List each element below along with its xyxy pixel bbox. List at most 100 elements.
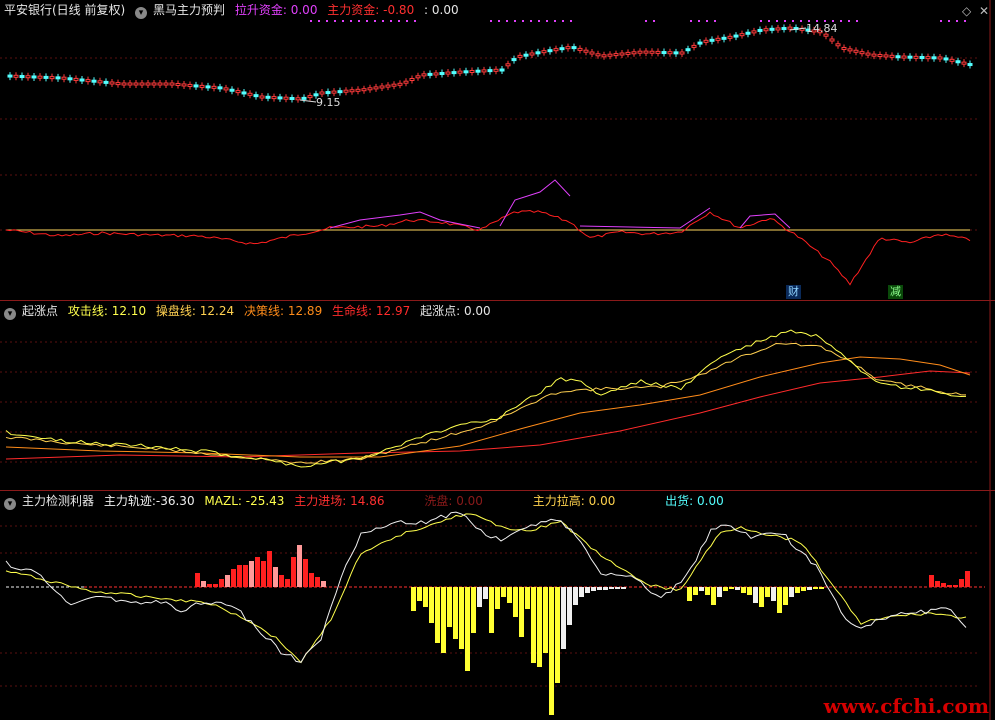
histogram-bar bbox=[947, 585, 952, 587]
signal-dot bbox=[358, 20, 360, 22]
histogram-bar bbox=[447, 587, 452, 627]
candle-body bbox=[289, 97, 295, 100]
candle-body bbox=[571, 46, 577, 50]
histogram-bar bbox=[705, 587, 710, 595]
candle-body bbox=[13, 74, 19, 78]
ma-panel[interactable]: ▾ 起涨点 攻击线: 12.10 操盘线: 12.24 决策线: 12.89 生命… bbox=[0, 301, 995, 490]
candle-body bbox=[949, 58, 955, 62]
candle-body bbox=[481, 69, 487, 73]
candle-body bbox=[709, 38, 715, 42]
candle-body bbox=[163, 82, 169, 86]
candle-body bbox=[301, 96, 307, 100]
candle-body bbox=[193, 84, 199, 88]
candle-body bbox=[211, 85, 217, 89]
histogram-bar bbox=[423, 587, 428, 607]
candle-body bbox=[385, 84, 391, 88]
histogram-bar bbox=[441, 587, 446, 653]
candle-body bbox=[925, 56, 931, 60]
candle-body bbox=[7, 74, 13, 78]
candle-body bbox=[679, 51, 685, 55]
candle-body bbox=[523, 53, 529, 57]
candle-body bbox=[643, 50, 649, 54]
candle-body bbox=[685, 48, 691, 52]
histogram-bar bbox=[237, 565, 242, 587]
price-panel[interactable]: 平安银行(日线 前复权) ▾ 黑马主力预判 拉升资金: 0.00 主力资金: -0… bbox=[0, 0, 995, 300]
candle-body bbox=[865, 52, 871, 56]
candle-body bbox=[325, 91, 331, 95]
histogram-bar bbox=[201, 581, 206, 587]
candle-body bbox=[613, 53, 619, 57]
histogram-bar bbox=[819, 587, 824, 589]
signal-dot bbox=[856, 20, 858, 22]
event-marker-finance[interactable]: 财 bbox=[786, 285, 801, 299]
candle-body bbox=[715, 37, 721, 41]
event-marker-reduce[interactable]: 减 bbox=[888, 285, 903, 299]
ma-chart-canvas[interactable] bbox=[0, 301, 995, 490]
attack-line bbox=[5, 329, 967, 468]
candle-body bbox=[595, 53, 601, 57]
signal-dot bbox=[848, 20, 850, 22]
candle-body bbox=[433, 72, 439, 76]
candle-body bbox=[409, 78, 415, 81]
main-force-chart-canvas[interactable] bbox=[0, 491, 995, 720]
candle-body bbox=[625, 51, 631, 55]
histogram-bar bbox=[279, 575, 284, 587]
price-chart-canvas[interactable] bbox=[0, 0, 995, 300]
signal-dot bbox=[546, 20, 548, 22]
signal-dot bbox=[490, 20, 492, 22]
candle-body bbox=[763, 28, 769, 32]
candle-body bbox=[91, 79, 97, 83]
histogram-bar bbox=[795, 587, 800, 593]
histogram-bar bbox=[777, 587, 782, 613]
histogram-bar bbox=[273, 567, 278, 587]
candle-body bbox=[205, 85, 211, 89]
histogram-bar bbox=[953, 585, 958, 587]
signal-dot bbox=[318, 20, 320, 22]
signal-dot bbox=[514, 20, 516, 22]
candle-body bbox=[295, 97, 301, 101]
candle-body bbox=[97, 80, 103, 84]
candle-body bbox=[889, 54, 895, 58]
candle-body bbox=[85, 79, 91, 83]
histogram-bar bbox=[297, 545, 302, 587]
candle-body bbox=[511, 58, 517, 62]
candle-body bbox=[619, 52, 625, 56]
main-fund-line bbox=[5, 209, 971, 286]
signal-dot bbox=[334, 20, 336, 22]
histogram-bar bbox=[291, 557, 296, 587]
candle-body bbox=[367, 87, 373, 91]
main-force-panel[interactable]: ▾ 主力检测利器 主力轨迹:-36.30 MAZL: -25.43 主力进场: 1… bbox=[0, 491, 995, 720]
histogram-bar bbox=[207, 584, 212, 587]
candle-body bbox=[67, 77, 73, 81]
histogram-bar bbox=[759, 587, 764, 607]
signal-dot bbox=[366, 20, 368, 22]
candle-body bbox=[439, 72, 445, 75]
signal-dot bbox=[506, 20, 508, 22]
signal-dot bbox=[406, 20, 408, 22]
candle-body bbox=[697, 41, 703, 45]
histogram-bar bbox=[309, 573, 314, 587]
signal-dot bbox=[570, 20, 572, 22]
candle-body bbox=[775, 27, 781, 31]
candle-body bbox=[493, 68, 499, 72]
candle-body bbox=[673, 51, 679, 55]
signal-dot bbox=[310, 20, 312, 22]
histogram-bar bbox=[603, 587, 608, 590]
histogram-bar bbox=[735, 587, 740, 590]
candle-body bbox=[391, 83, 397, 87]
candle-body bbox=[553, 48, 559, 52]
histogram-bar bbox=[519, 587, 524, 637]
candle-body bbox=[913, 55, 919, 59]
candle-body bbox=[157, 82, 163, 86]
candle-body bbox=[601, 54, 607, 58]
signal-dot bbox=[326, 20, 328, 22]
histogram-bar bbox=[471, 587, 476, 633]
histogram-bar bbox=[747, 587, 752, 595]
candle-body bbox=[739, 33, 745, 37]
signal-dot bbox=[760, 20, 762, 22]
candle-body bbox=[841, 46, 847, 50]
candle-body bbox=[109, 81, 115, 85]
candle-body bbox=[181, 83, 187, 87]
histogram-bar bbox=[249, 561, 254, 587]
candle-body bbox=[331, 90, 337, 94]
